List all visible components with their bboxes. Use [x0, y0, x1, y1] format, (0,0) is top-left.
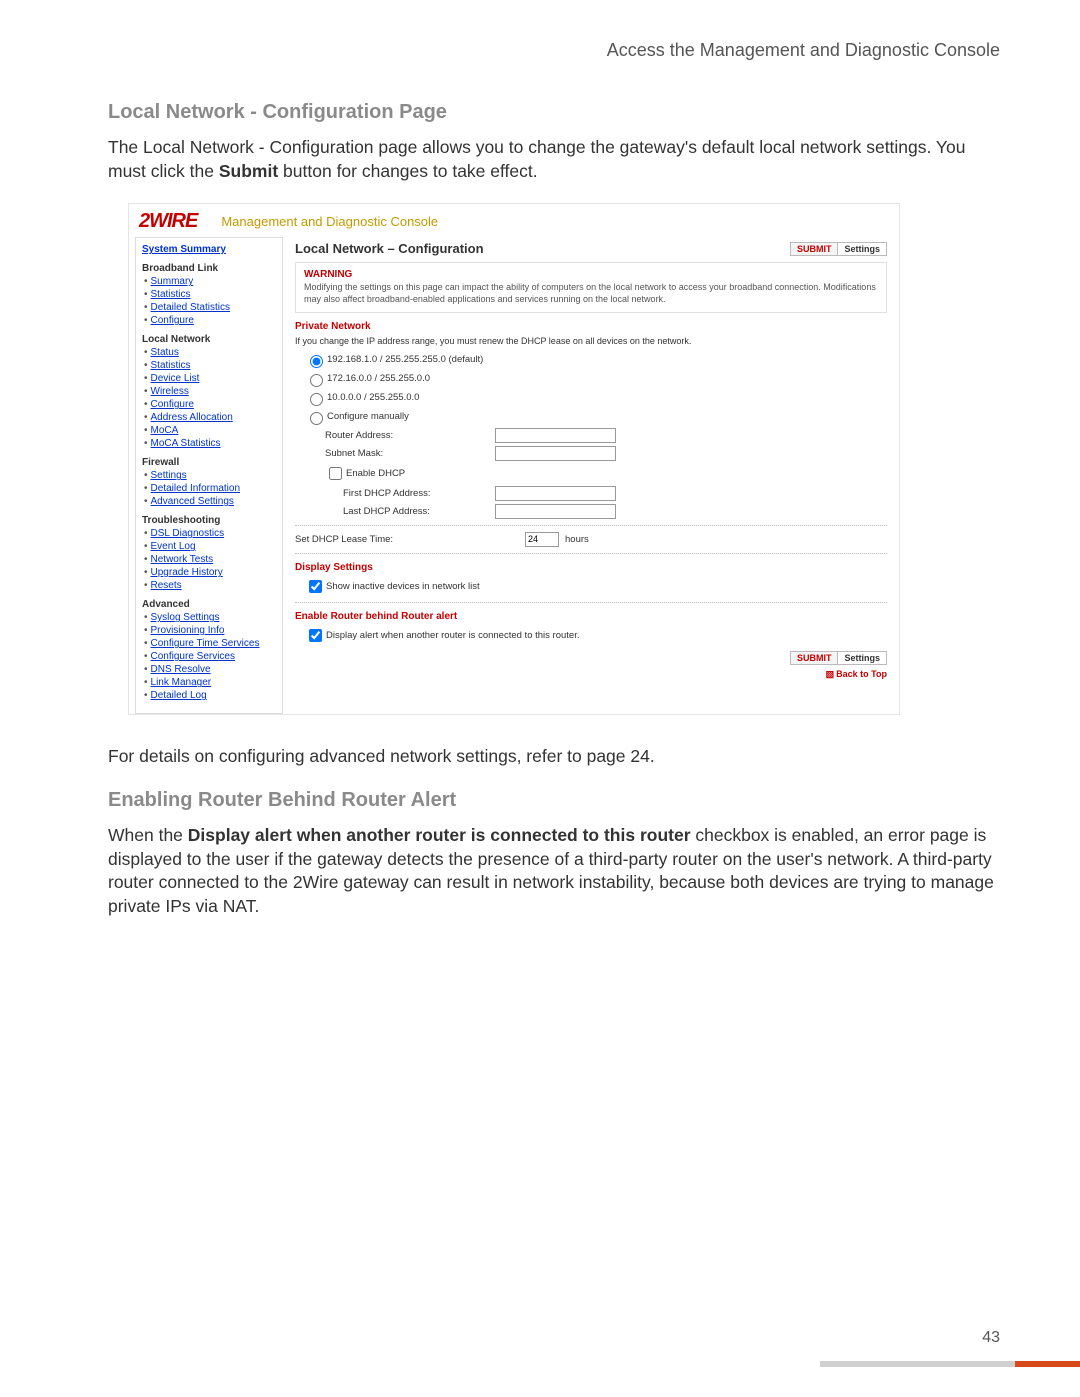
- last-dhcp-input[interactable]: [495, 504, 616, 519]
- radio-10-range[interactable]: [310, 393, 323, 406]
- sidebar-item-ln-configure[interactable]: Configure: [151, 399, 194, 410]
- enable-dhcp-checkbox[interactable]: [329, 467, 342, 480]
- sidebar-item-moca-stats[interactable]: MoCA Statistics: [151, 438, 221, 449]
- sidebar-item-fw-detailed[interactable]: Detailed Information: [151, 483, 241, 494]
- sidebar-item-ln-statistics[interactable]: Statistics: [151, 360, 191, 371]
- section-heading-alert: Enabling Router Behind Router Alert: [108, 789, 1000, 812]
- intro-text-bold: Submit: [219, 161, 278, 181]
- page-number: 43: [982, 1329, 1000, 1347]
- sidebar: System Summary Broadband Link Summary St…: [135, 237, 283, 714]
- warning-title: WARNING: [304, 269, 878, 280]
- back-to-top-link[interactable]: Back to Top: [836, 669, 887, 679]
- sidebar-item-syslog[interactable]: Syslog Settings: [151, 612, 220, 623]
- sidebar-top-link[interactable]: System Summary: [142, 244, 226, 255]
- subnet-mask-input[interactable]: [495, 446, 616, 461]
- page-header: Access the Management and Diagnostic Con…: [108, 40, 1000, 61]
- submit-group-top: SUBMIT Settings: [790, 242, 887, 256]
- radio-172-range[interactable]: [310, 374, 323, 387]
- intro-paragraph: The Local Network - Configuration page a…: [108, 136, 1000, 183]
- sidebar-item-detailed-log[interactable]: Detailed Log: [151, 690, 207, 701]
- submit-button-top[interactable]: SUBMIT: [791, 243, 839, 255]
- sidebar-item-event-log[interactable]: Event Log: [151, 541, 196, 552]
- sidebar-item-device-list[interactable]: Device List: [151, 373, 200, 384]
- sidebar-item-dsl-diag[interactable]: DSL Diagnostics: [151, 528, 225, 539]
- sidebar-item-configure-services[interactable]: Configure Services: [151, 651, 235, 662]
- sidebar-item-resets[interactable]: Resets: [151, 580, 182, 591]
- private-network-title: Private Network: [295, 321, 887, 332]
- sidebar-item-moca[interactable]: MoCA: [151, 425, 179, 436]
- details-paragraph: For details on configuring advanced netw…: [108, 745, 1000, 769]
- radio-manual[interactable]: [310, 412, 323, 425]
- console-title: Management and Diagnostic Console: [221, 214, 438, 229]
- subnet-mask-label: Subnet Mask:: [325, 448, 495, 459]
- lease-time-label: Set DHCP Lease Time:: [295, 534, 525, 545]
- show-inactive-checkbox[interactable]: [309, 580, 322, 593]
- settings-label-bottom: Settings: [838, 652, 886, 664]
- router-address-label: Router Address:: [325, 430, 495, 441]
- sidebar-head-broadband: Broadband Link: [142, 263, 276, 274]
- sidebar-head-advanced: Advanced: [142, 599, 276, 610]
- sidebar-item-status[interactable]: Status: [151, 347, 179, 358]
- main-panel: Local Network – Configuration SUBMIT Set…: [283, 237, 899, 689]
- display-alert-checkbox[interactable]: [309, 629, 322, 642]
- warning-box: WARNING Modifying the settings on this p…: [295, 262, 887, 312]
- lease-time-input[interactable]: [525, 532, 559, 547]
- last-dhcp-label: Last DHCP Address:: [343, 506, 495, 517]
- display-alert-label: Display alert when another router is con…: [326, 630, 579, 641]
- alert-text-pre: When the: [108, 825, 188, 845]
- show-inactive-label: Show inactive devices in network list: [326, 581, 480, 592]
- sidebar-head-firewall: Firewall: [142, 457, 276, 468]
- settings-label-top: Settings: [838, 243, 886, 255]
- sidebar-item-time-services[interactable]: Configure Time Services: [151, 638, 260, 649]
- sidebar-item-provisioning[interactable]: Provisioning Info: [151, 625, 225, 636]
- main-title: Local Network – Configuration: [295, 241, 484, 256]
- warning-text: Modifying the settings on this page can …: [304, 282, 878, 305]
- display-settings-title: Display Settings: [295, 562, 887, 573]
- sidebar-head-troubleshooting: Troubleshooting: [142, 515, 276, 526]
- sidebar-item-fw-advanced[interactable]: Advanced Settings: [151, 496, 234, 507]
- sidebar-item-configure-bb[interactable]: Configure: [151, 315, 194, 326]
- radio-172-label: 172.16.0.0 / 255.255.0.0: [327, 373, 430, 384]
- sidebar-item-fw-settings[interactable]: Settings: [151, 470, 187, 481]
- sidebar-item-wireless[interactable]: Wireless: [151, 386, 189, 397]
- back-top-icon: ▧: [826, 669, 835, 680]
- first-dhcp-input[interactable]: [495, 486, 616, 501]
- sidebar-item-summary[interactable]: Summary: [151, 276, 194, 287]
- sidebar-item-link-manager[interactable]: Link Manager: [151, 677, 212, 688]
- router-address-input[interactable]: [495, 428, 616, 443]
- alert-paragraph: When the Display alert when another rout…: [108, 824, 1000, 919]
- submit-group-bottom: SUBMIT Settings: [790, 651, 887, 665]
- section-heading-config: Local Network - Configuration Page: [108, 101, 1000, 124]
- sidebar-item-network-tests[interactable]: Network Tests: [151, 554, 214, 565]
- first-dhcp-label: First DHCP Address:: [343, 488, 495, 499]
- alert-text-bold: Display alert when another router is con…: [188, 825, 691, 845]
- sidebar-head-localnet: Local Network: [142, 334, 276, 345]
- enable-dhcp-label: Enable DHCP: [346, 468, 405, 479]
- radio-manual-label: Configure manually: [327, 411, 409, 422]
- brand-logo: 2WIRE: [139, 210, 197, 233]
- radio-default-range[interactable]: [310, 355, 323, 368]
- screenshot-container: 2WIRE Management and Diagnostic Console …: [128, 203, 1000, 715]
- sidebar-item-address-allocation[interactable]: Address Allocation: [151, 412, 233, 423]
- sidebar-item-statistics[interactable]: Statistics: [151, 289, 191, 300]
- router-alert-title: Enable Router behind Router alert: [295, 611, 887, 622]
- sidebar-item-detailed-statistics[interactable]: Detailed Statistics: [151, 302, 230, 313]
- sidebar-item-upgrade-history[interactable]: Upgrade History: [151, 567, 223, 578]
- intro-text-post: button for changes to take effect.: [278, 161, 537, 181]
- submit-button-bottom[interactable]: SUBMIT: [791, 652, 839, 664]
- footer-stripe: [820, 1361, 1080, 1367]
- sidebar-item-dns-resolve[interactable]: DNS Resolve: [151, 664, 211, 675]
- radio-default-label: 192.168.1.0 / 255.255.255.0 (default): [327, 354, 483, 365]
- radio-10-label: 10.0.0.0 / 255.255.0.0: [327, 392, 419, 403]
- private-network-note: If you change the IP address range, you …: [295, 336, 887, 346]
- lease-time-unit: hours: [565, 534, 589, 545]
